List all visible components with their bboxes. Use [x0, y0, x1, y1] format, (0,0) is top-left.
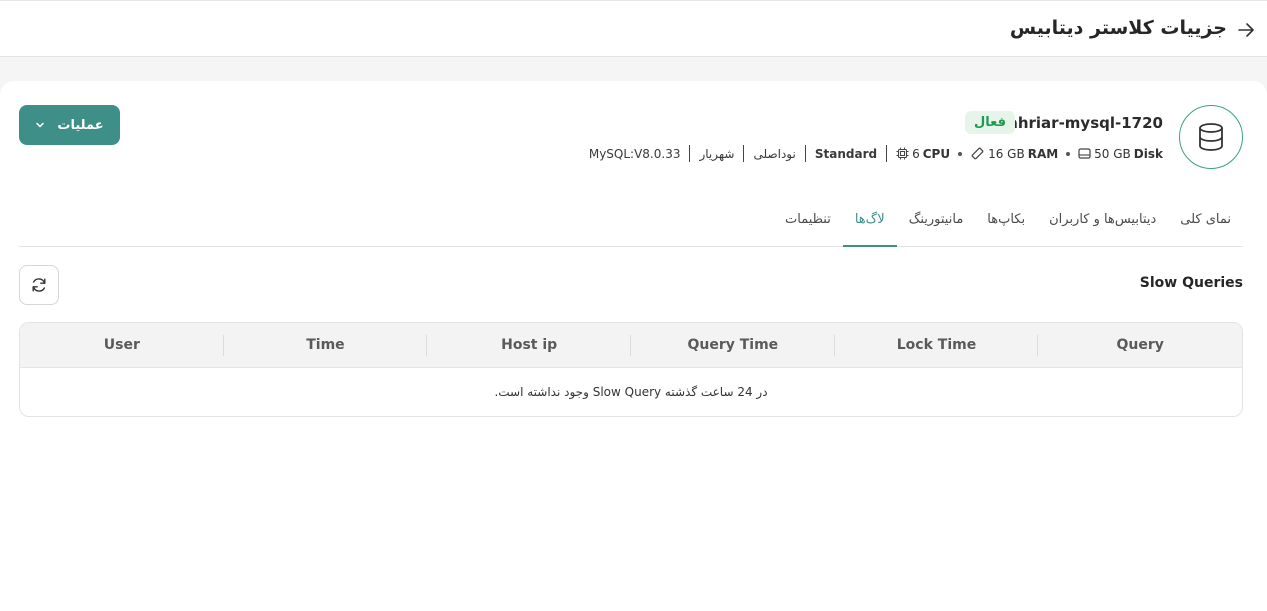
status-badge: فعال: [964, 111, 1015, 134]
tab-bar: نمای کلی دیتابیس‌ها و کاربران بکاپ‌ها ما…: [19, 205, 1243, 247]
database-icon: [1199, 123, 1223, 151]
ram-spec: 16 GB RAM: [970, 146, 1058, 161]
separator-line: [689, 145, 691, 162]
column-header: Time: [224, 323, 428, 368]
tab-overview[interactable]: نمای کلی: [1168, 204, 1243, 246]
refresh-icon: [32, 278, 46, 292]
tab-backups[interactable]: بکاپ‌ها: [975, 204, 1037, 246]
separator-dot: [1066, 151, 1071, 156]
cpu-spec: 6 CPU: [896, 147, 950, 161]
location-label: شهریار: [699, 146, 735, 161]
cluster-avatar: [1179, 105, 1243, 169]
disk-icon: [1078, 148, 1091, 159]
empty-state-message: در 24 ساعت گذشته Slow Query وجود نداشته …: [494, 385, 768, 399]
tab-logs[interactable]: لاگ‌ها: [842, 205, 897, 247]
separator-line: [804, 145, 806, 162]
operations-button[interactable]: عملیات: [19, 105, 120, 145]
separator-dot: [958, 151, 963, 156]
ram-value: 16 GB: [988, 146, 1025, 161]
cpu-unit: CPU: [922, 146, 951, 161]
column-header: Query Time: [631, 323, 835, 368]
arrow-right-icon: [1238, 23, 1254, 37]
ram-unit: RAM: [1027, 146, 1059, 161]
table-header: Query Lock Time Query Time Host ip Time …: [20, 323, 1242, 368]
cluster-card: shahriar-mysql-1720 فعال 50 GB Disk 16 G…: [0, 81, 1267, 611]
cpu-icon: [896, 147, 909, 160]
version-label: MySQL:V8.0.33: [588, 146, 681, 161]
column-header: User: [20, 323, 224, 368]
back-button[interactable]: [1235, 19, 1257, 41]
operations-label: عملیات: [57, 117, 104, 133]
separator-line: [886, 145, 888, 162]
page-title: جزییات کلاستر دیتابیس: [1009, 17, 1227, 39]
disk-unit: Disk: [1133, 146, 1163, 161]
column-header: Query: [1116, 336, 1164, 353]
disk-value: 50 GB: [1094, 146, 1131, 161]
tab-databases-users[interactable]: دیتابیس‌ها و کاربران: [1037, 204, 1168, 246]
chevron-down-icon: [36, 122, 45, 128]
section-title: Slow Queries: [1139, 275, 1243, 291]
column-header: Host ip: [427, 323, 631, 368]
ram-icon: [971, 147, 984, 160]
slow-queries-table: Query Lock Time Query Time Host ip Time …: [19, 322, 1243, 417]
cpu-value: 6: [912, 146, 920, 161]
plan-label: Standard: [814, 146, 878, 161]
disk-spec: 50 GB Disk: [1078, 147, 1163, 161]
column-header: Lock Time: [835, 323, 1039, 368]
cluster-specs: 50 GB Disk 16 GB RAM 6 CPU Standard نودا…: [589, 145, 1163, 162]
tab-monitoring[interactable]: مانیتورینگ: [897, 204, 976, 246]
refresh-button[interactable]: [19, 265, 59, 305]
separator-line: [743, 145, 745, 162]
tab-settings[interactable]: تنظیمات: [773, 204, 843, 246]
top-bar: جزییات کلاستر دیتابیس: [0, 0, 1267, 57]
node-type-label: نوداصلی: [753, 146, 796, 161]
